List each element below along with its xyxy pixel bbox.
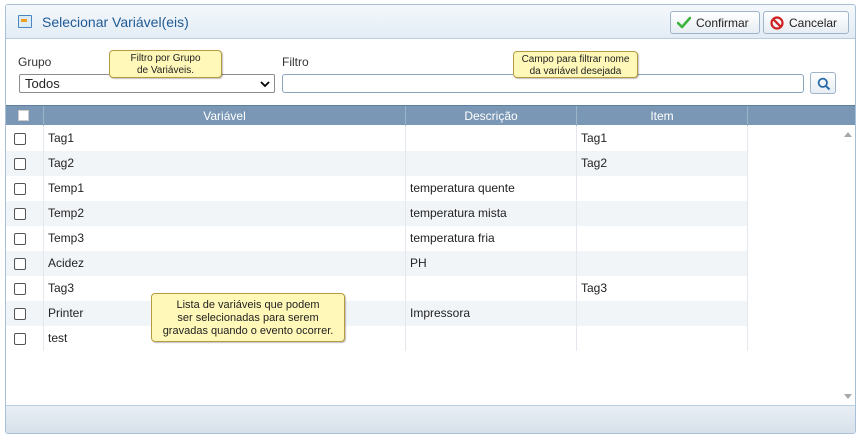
column-header-variavel[interactable]: Variável: [44, 106, 406, 126]
row-checkbox-cell: [6, 301, 44, 326]
cell-variavel: Acidez: [44, 251, 406, 276]
cell-item: [577, 226, 748, 251]
cell-variavel: Tag1: [44, 126, 406, 151]
column-header-item[interactable]: Item: [577, 106, 748, 126]
cell-variavel: Temp1: [44, 176, 406, 201]
row-checkbox[interactable]: [14, 233, 26, 245]
row-checkbox-cell: [6, 151, 44, 176]
variable-list: Tag1 Tag1 Tag2 Tag2 Temp1 temperatura qu…: [6, 126, 855, 405]
row-checkbox[interactable]: [14, 158, 26, 170]
cancel-button[interactable]: Cancelar: [763, 11, 849, 34]
header-select-all: [6, 106, 44, 126]
row-checkbox-cell: [6, 201, 44, 226]
table-row[interactable]: Tag3 Tag3: [6, 276, 748, 301]
cell-item: [577, 301, 748, 326]
variable-list-callout: Lista de variáveis que podem ser selecio…: [151, 293, 345, 342]
row-checkbox-cell: [6, 226, 44, 251]
column-header-descricao[interactable]: Descrição: [406, 106, 577, 126]
cell-descricao: PH: [406, 251, 577, 276]
variable-window-icon: [18, 15, 32, 28]
cell-descricao: [406, 326, 577, 351]
select-variable-dialog: Selecionar Variável(eis) Confirmar Cance…: [5, 4, 856, 434]
group-label: Grupo: [18, 55, 52, 69]
table-header: Variável Descrição Item: [6, 105, 855, 126]
name-filter-callout: Campo para filtrar nome da variável dese…: [513, 51, 638, 78]
cancel-icon: [770, 15, 784, 30]
row-checkbox-cell: [6, 126, 44, 151]
search-button[interactable]: [810, 72, 836, 94]
search-icon: [817, 77, 831, 91]
table-row[interactable]: Temp1 temperatura quente: [6, 176, 748, 201]
row-checkbox[interactable]: [14, 333, 26, 345]
confirm-label: Confirmar: [696, 15, 749, 30]
cell-item: [577, 201, 748, 226]
group-selected-value: Todos: [25, 76, 60, 91]
cell-descricao: temperatura quente: [406, 176, 577, 201]
row-checkbox[interactable]: [14, 183, 26, 195]
filter-label: Filtro: [282, 55, 309, 69]
cell-item: [577, 251, 748, 276]
cell-variavel: Temp3: [44, 226, 406, 251]
cancel-label: Cancelar: [789, 15, 838, 30]
select-all-checkbox[interactable]: [18, 110, 29, 121]
chevron-down-icon: [260, 81, 270, 88]
scroll-up-arrow-icon[interactable]: [844, 132, 852, 137]
row-checkbox[interactable]: [14, 258, 26, 270]
table-row[interactable]: test: [6, 326, 748, 351]
cell-item: Tag1: [577, 126, 748, 151]
table-row[interactable]: Tag1 Tag1: [6, 126, 748, 151]
cell-descricao: [406, 276, 577, 301]
cell-descricao: [406, 126, 577, 151]
cell-item: [577, 176, 748, 201]
confirm-button[interactable]: Confirmar: [670, 11, 760, 34]
cell-descricao: Impressora: [406, 301, 577, 326]
table-row[interactable]: Acidez PH: [6, 251, 748, 276]
check-icon: [677, 16, 691, 28]
cell-descricao: temperatura fria: [406, 226, 577, 251]
cell-descricao: [406, 151, 577, 176]
table-row[interactable]: Temp2 temperatura mista: [6, 201, 748, 226]
cell-variavel: Tag2: [44, 151, 406, 176]
table-row[interactable]: Tag2 Tag2: [6, 151, 748, 176]
vertical-scrollbar[interactable]: [841, 126, 855, 405]
cell-item: Tag2: [577, 151, 748, 176]
dialog-title: Selecionar Variável(eis): [42, 14, 189, 30]
row-checkbox[interactable]: [14, 308, 26, 320]
footer-bar: [6, 405, 855, 433]
row-checkbox-cell: [6, 326, 44, 351]
row-checkbox[interactable]: [14, 283, 26, 295]
row-checkbox-cell: [6, 276, 44, 301]
table-row[interactable]: Temp3 temperatura fria: [6, 226, 748, 251]
filter-bar: Grupo Filtro Todos Filtro por Grupo de V…: [6, 40, 855, 105]
row-checkbox[interactable]: [14, 208, 26, 220]
scroll-down-arrow-icon[interactable]: [844, 394, 852, 399]
row-checkbox-cell: [6, 176, 44, 201]
row-checkbox[interactable]: [14, 133, 26, 145]
row-checkbox-cell: [6, 251, 44, 276]
table-row[interactable]: Printer Impressora: [6, 301, 748, 326]
cell-descricao: temperatura mista: [406, 201, 577, 226]
group-filter-callout: Filtro por Grupo de Variáveis.: [109, 50, 222, 78]
title-bar: Selecionar Variável(eis) Confirmar Cance…: [6, 5, 855, 39]
cell-item: Tag3: [577, 276, 748, 301]
cell-item: [577, 326, 748, 351]
cell-variavel: Temp2: [44, 201, 406, 226]
column-header-filler: [748, 106, 855, 126]
